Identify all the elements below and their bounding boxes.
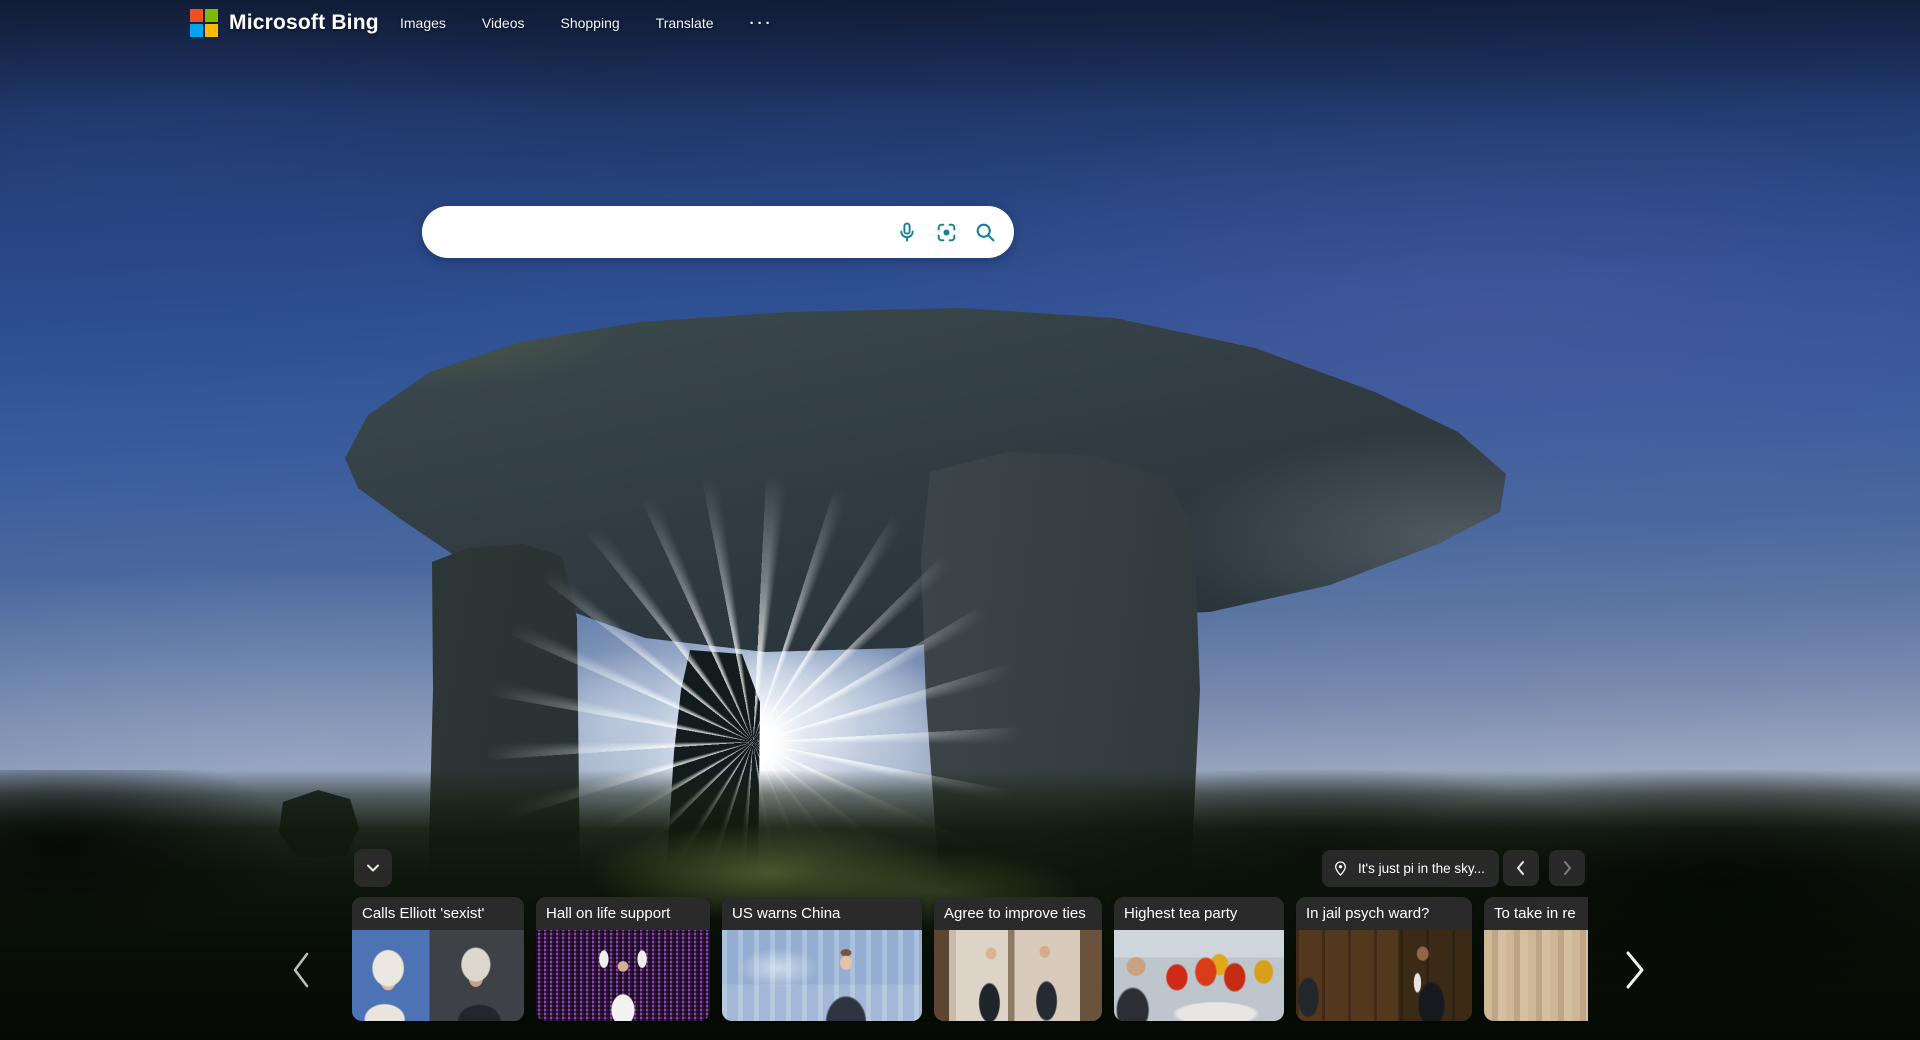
nav-item-videos[interactable]: Videos xyxy=(482,15,525,31)
news-card-title: Agree to improve ties xyxy=(934,897,1102,930)
image-info-text: It's just pi in the sky... xyxy=(1358,861,1485,876)
visual-search-button[interactable] xyxy=(933,219,959,245)
chevron-right-icon xyxy=(1622,946,1648,994)
news-card-image xyxy=(934,930,1102,1021)
news-card-image xyxy=(722,930,922,1021)
nav-item-images[interactable]: Images xyxy=(400,15,446,31)
news-card[interactable]: Highest tea party xyxy=(1114,897,1284,1021)
image-info-pill[interactable]: It's just pi in the sky... xyxy=(1322,850,1499,887)
news-card-title: Hall on life support xyxy=(536,897,710,930)
news-card[interactable]: US warns China xyxy=(722,897,922,1021)
news-card-image xyxy=(1484,930,1588,1021)
news-card-image xyxy=(1296,930,1472,1021)
chevron-down-icon xyxy=(362,857,384,879)
news-card-title: US warns China xyxy=(722,897,922,930)
news-card-image xyxy=(536,930,710,1021)
news-card[interactable]: In jail psych ward? xyxy=(1296,897,1472,1021)
bing-homepage: Microsoft Bing Images Videos Shopping Tr… xyxy=(0,0,1920,1040)
primary-nav: Images Videos Shopping Translate ··· xyxy=(400,0,774,46)
news-card-title: In jail psych ward? xyxy=(1296,897,1472,930)
search-bar xyxy=(422,206,1014,258)
microphone-icon xyxy=(895,220,919,244)
news-card-title: Highest tea party xyxy=(1114,897,1284,930)
news-card-row: Calls Elliott 'sexist' Hall on life supp… xyxy=(352,897,1588,1021)
news-card-image xyxy=(352,930,524,1021)
search-icons xyxy=(894,219,1014,245)
image-prev-button[interactable] xyxy=(1503,850,1539,886)
collapse-news-button[interactable] xyxy=(354,849,392,887)
chevron-right-icon xyxy=(1557,858,1577,878)
chevron-left-icon xyxy=(1511,858,1531,878)
news-card[interactable]: Hall on life support xyxy=(536,897,710,1021)
nav-more-button[interactable]: ··· xyxy=(750,15,774,32)
carousel-prev-button[interactable] xyxy=(288,948,314,992)
nav-item-translate[interactable]: Translate xyxy=(656,15,714,31)
top-header: Microsoft Bing Images Videos Shopping Tr… xyxy=(0,0,1920,50)
bing-logo[interactable]: Microsoft Bing xyxy=(190,9,379,37)
chevron-left-icon xyxy=(288,948,314,992)
news-card-title: To take in re xyxy=(1484,897,1588,930)
news-card-image xyxy=(1114,930,1284,1021)
voice-search-button[interactable] xyxy=(894,219,920,245)
search-input[interactable] xyxy=(422,206,894,258)
logo-bing: Bing xyxy=(331,11,378,35)
news-card[interactable]: Calls Elliott 'sexist' xyxy=(352,897,524,1021)
camera-scan-icon xyxy=(934,220,959,245)
image-next-button[interactable] xyxy=(1549,850,1585,886)
news-strip: It's just pi in the sky... Calls Elliott… xyxy=(0,0,1920,1040)
nav-item-shopping[interactable]: Shopping xyxy=(560,15,619,31)
microsoft-logo-icon xyxy=(190,9,218,37)
magnifier-icon xyxy=(973,220,998,245)
news-carousel: Calls Elliott 'sexist' Hall on life supp… xyxy=(352,897,1588,1023)
search-submit-button[interactable] xyxy=(972,219,998,245)
carousel-next-button[interactable] xyxy=(1622,946,1648,994)
logo-wordmark: Microsoft Bing xyxy=(229,11,379,35)
map-pin-icon xyxy=(1332,860,1349,877)
news-card-title: Calls Elliott 'sexist' xyxy=(352,897,524,930)
logo-microsoft: Microsoft xyxy=(229,11,325,35)
news-card[interactable]: Agree to improve ties xyxy=(934,897,1102,1021)
news-card[interactable]: To take in re xyxy=(1484,897,1588,1021)
